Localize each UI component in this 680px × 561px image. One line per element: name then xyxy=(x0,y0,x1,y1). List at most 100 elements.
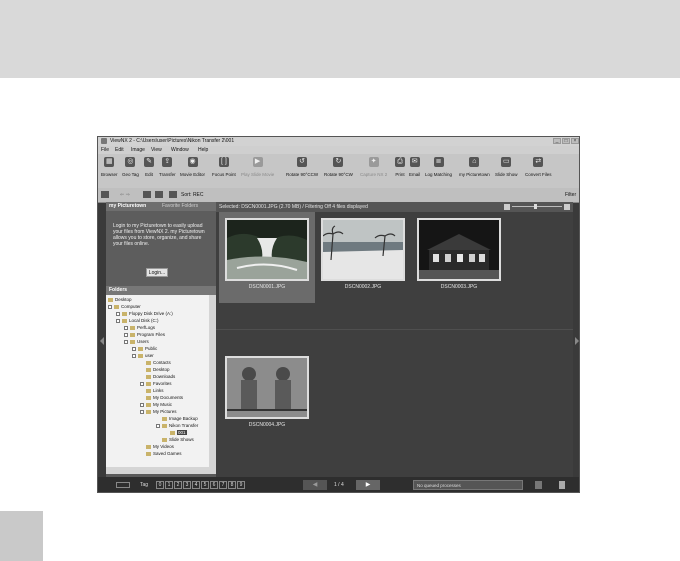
tag-9-button[interactable]: 9 xyxy=(237,481,245,489)
geo-tag-button[interactable]: ◎ Geo Tag xyxy=(122,157,139,177)
tab-favorite-folders[interactable]: Favorite Folders xyxy=(162,203,198,209)
expand-icon[interactable] xyxy=(140,402,144,407)
tree-node-my-documents[interactable]: My Documents xyxy=(146,394,183,401)
play-slide-button[interactable]: ▶ Play Slide Movie xyxy=(241,157,274,177)
convert-files-button[interactable]: ⇄ Convert Files xyxy=(525,157,552,177)
tree-node-image-backup[interactable]: Image Backup xyxy=(162,415,198,422)
transfer-button[interactable]: ⇪ Transfer xyxy=(159,157,176,177)
tree-node-program-files[interactable]: Program Files xyxy=(124,331,165,338)
tree-node-nikon-transfer[interactable]: Nikon Transfer xyxy=(156,422,198,429)
tree-node-local-disk[interactable]: Local Disk (C:) xyxy=(116,317,159,324)
tree-node-user[interactable]: user xyxy=(132,352,154,359)
view-mode-icon[interactable] xyxy=(101,191,109,198)
my-picturetown-button[interactable]: ⌂ my Picturetown xyxy=(459,157,490,177)
collapse-icon[interactable] xyxy=(124,339,128,344)
print-button[interactable]: ⎙ Print xyxy=(395,157,405,177)
tree-horizontal-scrollbar[interactable] xyxy=(106,467,216,474)
focus-point-button[interactable]: [ ] Focus Point xyxy=(212,157,236,177)
rotate-cw-button[interactable]: ↻ Rotate 90°CW xyxy=(324,157,353,177)
tag-0-button[interactable]: 0 xyxy=(156,481,164,489)
slide-show-button[interactable]: ▭ Slide Show xyxy=(495,157,518,177)
trash-icon[interactable] xyxy=(559,481,565,489)
next-button[interactable]: ▶ xyxy=(356,480,380,490)
right-pane-toggle-icon[interactable] xyxy=(575,337,579,345)
menu-file[interactable]: File xyxy=(101,147,109,153)
menu-help[interactable]: Help xyxy=(198,147,208,153)
previous-button[interactable]: ◀ xyxy=(303,480,327,490)
email-button[interactable]: ✉ Email xyxy=(409,157,420,177)
thumbnail-size-slider[interactable] xyxy=(512,206,562,207)
collapse-icon[interactable] xyxy=(140,409,144,414)
tree-node-users[interactable]: Users xyxy=(124,338,149,345)
tag-1-button[interactable]: 1 xyxy=(165,481,173,489)
tree-node-computer[interactable]: Computer xyxy=(108,303,141,310)
capture-nx2-button[interactable]: ✦ Capture NX 2 xyxy=(360,157,387,177)
collapse-icon[interactable] xyxy=(108,304,112,309)
login-button[interactable]: Login... xyxy=(146,268,168,277)
menu-view[interactable]: View xyxy=(151,147,162,153)
filter-button[interactable]: Filter xyxy=(565,192,576,198)
tree-node-slide-shows[interactable]: Slide Shows xyxy=(162,436,194,443)
tag-3-button[interactable]: 3 xyxy=(183,481,191,489)
tree-node-links[interactable]: Links xyxy=(146,387,164,394)
tree-node-desktop[interactable]: Desktop xyxy=(108,296,132,303)
tag-4-button[interactable]: 4 xyxy=(192,481,200,489)
tab-my-picturetown[interactable]: my Picturetown xyxy=(109,203,146,209)
tree-node-contacts[interactable]: Contacts xyxy=(146,359,171,366)
thumbnail-dscn0004[interactable]: DSCN0004.JPG xyxy=(219,350,315,441)
film-icon: ◉ xyxy=(187,157,198,167)
thumbnail-dscn0002[interactable]: DSCN0002.JPG xyxy=(315,212,411,303)
edit-button[interactable]: ✎ Edit xyxy=(144,157,154,177)
tree-node-downloads[interactable]: Downloads xyxy=(146,373,175,380)
rotate-ccw-button[interactable]: ↺ Rotate 90°CCW xyxy=(286,157,318,177)
tree-node-my-music[interactable]: My Music xyxy=(140,401,172,408)
tree-vertical-scrollbar[interactable] xyxy=(209,295,216,467)
tag-5-button[interactable]: 5 xyxy=(201,481,209,489)
expand-icon[interactable] xyxy=(140,381,144,386)
collapse-icon[interactable] xyxy=(132,353,136,358)
expand-icon[interactable] xyxy=(116,311,120,316)
close-button[interactable]: × xyxy=(571,138,579,144)
zoom-in-icon[interactable] xyxy=(564,204,570,210)
expand-icon[interactable] xyxy=(124,325,128,330)
menu-edit[interactable]: Edit xyxy=(115,147,124,153)
tree-node-001[interactable]: 001 xyxy=(170,429,187,436)
expand-icon[interactable] xyxy=(132,346,136,351)
tree-node-user-desktop[interactable]: Desktop xyxy=(146,366,170,373)
label-icon[interactable] xyxy=(116,482,130,488)
back-forward-icon[interactable]: ⇐ ⇒ xyxy=(120,192,130,198)
folder-icon[interactable] xyxy=(143,191,151,198)
slider-knob[interactable] xyxy=(534,204,537,209)
tree-node-perflogs[interactable]: PerfLogs xyxy=(124,324,155,331)
menu-image[interactable]: Image xyxy=(131,147,145,153)
folder-icon xyxy=(146,381,151,386)
tag-8-button[interactable]: 8 xyxy=(228,481,236,489)
expand-icon[interactable] xyxy=(124,332,128,337)
tag-7-button[interactable]: 7 xyxy=(219,481,227,489)
tree-node-favorites[interactable]: Favorites xyxy=(140,380,172,387)
menu-window[interactable]: Window xyxy=(171,147,189,153)
maximize-button[interactable]: □ xyxy=(562,138,570,144)
tree-node-floppy[interactable]: Floppy Disk Drive (A:) xyxy=(116,310,173,317)
tree-node-public[interactable]: Public xyxy=(132,345,157,352)
tree-node-my-videos[interactable]: My Videos xyxy=(146,443,174,450)
queue-settings-icon[interactable] xyxy=(535,481,542,489)
thumbnail-dscn0003[interactable]: DSCN0003.JPG xyxy=(411,212,507,303)
left-pane-toggle-icon[interactable] xyxy=(100,337,104,345)
list-icon[interactable] xyxy=(155,191,163,198)
zoom-out-icon[interactable] xyxy=(504,204,510,210)
movie-editor-button[interactable]: ◉ Movie Editor xyxy=(180,157,205,177)
log-matching-button[interactable]: ≣ Log Matching xyxy=(425,157,452,177)
collapse-icon[interactable] xyxy=(156,423,160,428)
minimize-button[interactable]: _ xyxy=(553,138,561,144)
tag-2-button[interactable]: 2 xyxy=(174,481,182,489)
tree-node-my-pictures[interactable]: My Pictures xyxy=(140,408,177,415)
tree-node-saved-games[interactable]: Saved Games xyxy=(146,450,182,457)
thumbnail-dscn0001[interactable]: DSCN0001.JPG xyxy=(219,212,315,303)
browser-button[interactable]: ▦ Browser xyxy=(101,157,118,177)
process-queue-dropdown[interactable]: No queued processes xyxy=(413,480,523,490)
sort-dropdown[interactable]: Sort: REC xyxy=(181,192,204,198)
collapse-icon[interactable] xyxy=(116,318,120,323)
tag-6-button[interactable]: 6 xyxy=(210,481,218,489)
sort-icon[interactable] xyxy=(169,191,177,198)
